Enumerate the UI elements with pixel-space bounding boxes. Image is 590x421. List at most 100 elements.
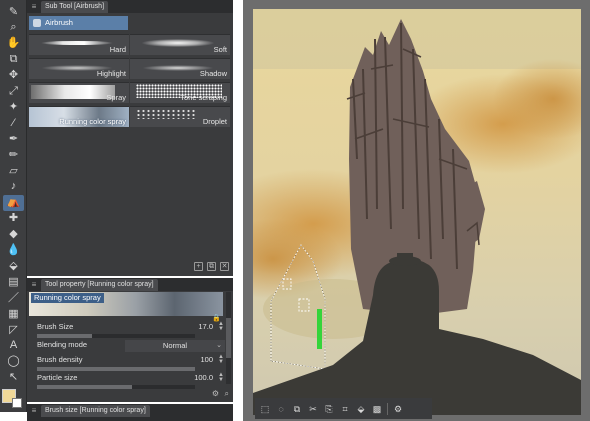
brush-stroke-preview [136, 109, 196, 119]
particle-size-label: Particle size [37, 373, 78, 382]
panel-menu-icon[interactable]: ≡ [27, 278, 41, 291]
brush-label: Hard [109, 45, 126, 54]
eyedropper-icon[interactable]: ⁄ [3, 115, 24, 131]
brush-density-value[interactable]: 100 [200, 355, 213, 364]
panel-menu-icon[interactable]: ≡ [27, 404, 41, 417]
scrollbar-thumb[interactable] [226, 318, 231, 358]
eraser-icon[interactable]: ◆ [3, 227, 24, 243]
canvas-area[interactable]: ⬚ ◌ ⧉ ✂ ⎘ ⌗ ⬙ ▩ ⚙ [243, 0, 590, 421]
text-icon[interactable]: A [3, 338, 24, 354]
fill-icon[interactable]: ⬙ [3, 258, 24, 274]
brush-preview: Running color spray [29, 292, 223, 316]
pencil-icon[interactable]: ✏ [3, 147, 24, 163]
blending-mode-label: Blending mode [37, 340, 88, 349]
subtool-panel-header: ≡ Sub Tool [Airbrush] [27, 0, 233, 13]
brush-highlight[interactable]: Highlight [29, 58, 129, 79]
fill-selection-icon[interactable]: ⬙ [355, 403, 367, 415]
move-icon[interactable]: ✥ [3, 68, 24, 84]
brush-size-label: Brush Size [37, 322, 74, 331]
hand-icon[interactable]: ✋ [3, 36, 24, 52]
brush-droplet[interactable]: Droplet [130, 106, 230, 127]
selection-launcher: ⬚ ◌ ⧉ ✂ ⎘ ⌗ ⬙ ▩ ⚙ [255, 398, 432, 419]
delete-subtool-icon[interactable]: ✕ [220, 262, 229, 271]
blend-icon[interactable]: 💧 [3, 243, 24, 259]
airbrush-group-icon [33, 19, 41, 27]
brush-label: Tone scraping [180, 93, 227, 102]
tool-property-panel: ≡ Tool property [Running color spray] Ru… [27, 278, 233, 402]
correct-line-icon[interactable]: ↖ [3, 370, 24, 386]
tab-tool-property[interactable]: Tool property [Running color spray] [41, 279, 158, 291]
brush-density-row: Brush density 100 ▲ ▼ [37, 354, 227, 367]
brush-size-panel-header: ≡ Brush size [Running color spray] [27, 404, 233, 417]
tool-property-header: ≡ Tool property [Running color spray] [27, 278, 233, 291]
highlight-mark [317, 309, 322, 349]
brush-icon[interactable]: ✎ [3, 4, 24, 20]
chevron-down-icon: ⌄ [216, 342, 222, 349]
brush-stroke-preview [142, 39, 214, 47]
particle-size-slider[interactable] [37, 385, 195, 389]
duplicate-subtool-icon[interactable]: ⧉ [207, 262, 216, 271]
ruler-icon[interactable]: ◸ [3, 322, 24, 338]
slider-fill [37, 367, 195, 371]
tab-brush-size[interactable]: Brush size [Running color spray] [41, 405, 150, 417]
gradient-icon[interactable]: ▤ [3, 274, 24, 290]
lasso-icon[interactable]: ◌ [275, 403, 287, 415]
brush-size-spinner[interactable]: ▲ ▼ [217, 321, 225, 333]
brush-density-spinner[interactable]: ▲ ▼ [217, 354, 225, 366]
brush-tone-scraping[interactable]: Tone scraping [130, 82, 230, 103]
slider-fill [37, 385, 132, 389]
add-subtool-icon[interactable]: + [194, 262, 203, 271]
subtool-panel: ≡ Sub Tool [Airbrush] Airbrush Hard Soft… [27, 0, 233, 276]
magic-wand-icon[interactable]: ✦ [3, 99, 24, 115]
decoration-icon[interactable]: ✚ [3, 211, 24, 227]
figure-icon[interactable]: ／ [3, 290, 24, 306]
balloon-icon[interactable]: ◯ [3, 354, 24, 370]
particle-size-spinner[interactable]: ▲ ▼ [217, 372, 225, 384]
brush-density-label: Brush density [37, 355, 83, 364]
cut-icon[interactable]: ✂ [307, 403, 319, 415]
marker-icon[interactable]: ▱ [3, 163, 24, 179]
blending-mode-row: Blending mode Normal ⌄ [37, 340, 227, 352]
canvas[interactable]: ⬚ ◌ ⧉ ✂ ⎘ ⌗ ⬙ ▩ ⚙ [253, 9, 581, 419]
brush-hard[interactable]: Hard [29, 34, 129, 55]
brush-spray[interactable]: Spray [29, 82, 129, 103]
subtool-group-airbrush[interactable]: Airbrush [29, 16, 128, 30]
tool-property-scrollbar[interactable] [226, 292, 231, 384]
brush-stroke-preview [31, 85, 115, 99]
copy-icon[interactable]: ⧉ [291, 403, 303, 415]
sub-color-swatch[interactable] [12, 398, 22, 408]
brush-label: Shadow [199, 69, 227, 78]
search-icon[interactable]: ⌕ [225, 389, 229, 399]
slider-fill [37, 334, 93, 338]
airbrush-icon[interactable]: ⛺ [3, 194, 24, 211]
brush-density-slider[interactable] [37, 367, 195, 371]
settings-icon[interactable]: ⚙ [392, 403, 404, 415]
brush-running-color-spray[interactable]: Running color spray [29, 106, 129, 127]
crop-icon[interactable]: ⌗ [339, 403, 351, 415]
particle-size-row: Particle size 100.0 ▲ ▼ [37, 372, 227, 385]
brush-stroke-preview [41, 41, 113, 45]
brush-size-slider[interactable] [37, 334, 195, 338]
particle-size-value[interactable]: 100.0 [194, 373, 213, 382]
brush-tool-icon[interactable]: ♪ [3, 179, 24, 195]
zoom-icon[interactable]: ⌕ [3, 20, 24, 36]
panel-menu-icon[interactable]: ≡ [27, 0, 41, 13]
settings-icon[interactable]: ⚙ [212, 389, 219, 398]
blending-mode-select[interactable]: Normal ⌄ [125, 340, 225, 352]
brush-size-row: Brush Size 17.0 ▲ ▼ [37, 321, 227, 334]
brush-size-value[interactable]: 17.0 [198, 322, 213, 331]
paste-icon[interactable]: ⎘ [323, 403, 335, 415]
brush-soft[interactable]: Soft [130, 34, 230, 55]
layer-select-icon[interactable]: ⧉ [3, 52, 24, 68]
operation-icon[interactable]: ⤢ [3, 84, 24, 100]
brush-size-panel: ≡ Brush size [Running color spray] [27, 404, 233, 421]
frame-icon[interactable]: ▦ [3, 306, 24, 322]
tone-icon[interactable]: ▩ [371, 403, 383, 415]
select-all-icon[interactable]: ⬚ [259, 403, 271, 415]
pen-icon[interactable]: ✒ [3, 131, 24, 147]
preview-label: Running color spray [31, 293, 104, 303]
tab-subtool[interactable]: Sub Tool [Airbrush] [41, 1, 109, 13]
blending-mode-value: Normal [162, 341, 188, 350]
brush-shadow[interactable]: Shadow [130, 58, 230, 79]
clip-studio-window: ✎ ⌕ ✋ ⧉ ✥ ⤢ ✦ ⁄ ✒ ✏ ▱ ♪ ⛺ ✚ ◆ 💧 ⬙ ▤ ／ ▦ ◸ A ◯ ↖ ≡ Sub Tool [Air… [0, 0, 590, 421]
